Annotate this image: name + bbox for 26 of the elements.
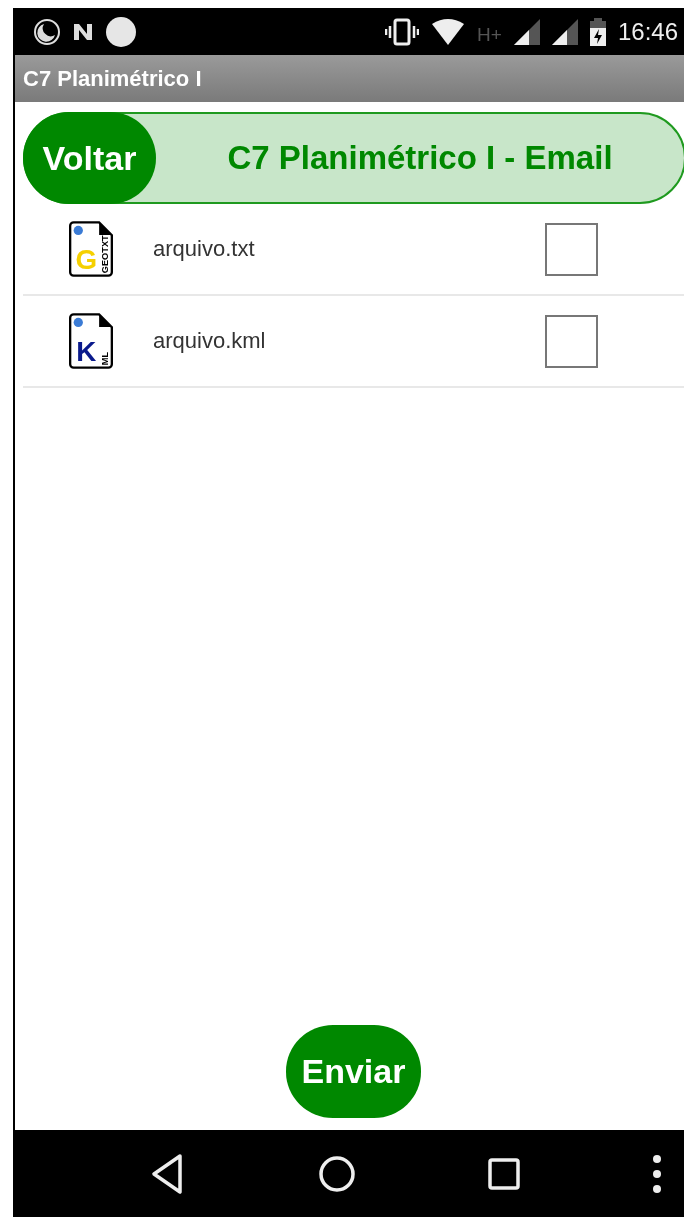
checkbox[interactable] [545, 314, 598, 368]
icon-letter: K [76, 335, 97, 367]
circle-icon [105, 15, 137, 48]
file-name: arquivo.txt [153, 236, 256, 262]
file-name: arquivo.kml [153, 328, 267, 354]
document-icon [69, 313, 113, 369]
signal-icon [513, 18, 540, 45]
icon-letter: G [75, 243, 98, 275]
icon-tag: GEOTXT [100, 235, 111, 274]
signal-icon [551, 18, 578, 45]
send-button[interactable]: Enviar [286, 1025, 421, 1118]
checkbox[interactable] [545, 222, 598, 276]
vibrate-icon [385, 17, 420, 46]
app-title: C7 Planimétrico I [23, 65, 202, 92]
battery-icon [589, 17, 606, 46]
document-icon [69, 221, 113, 277]
network-type: H+ [477, 23, 502, 46]
home-icon[interactable] [316, 1153, 357, 1194]
screen-title: C7 Planimétrico I - Email [226, 139, 614, 177]
back-button[interactable]: Voltar [23, 112, 156, 204]
icon-tag: ML [100, 351, 111, 366]
wifi-icon [431, 17, 466, 46]
clock: 16:46 [617, 17, 678, 46]
moon-icon [33, 17, 61, 46]
more-icon[interactable] [651, 1153, 662, 1194]
recents-icon[interactable] [487, 1156, 522, 1191]
